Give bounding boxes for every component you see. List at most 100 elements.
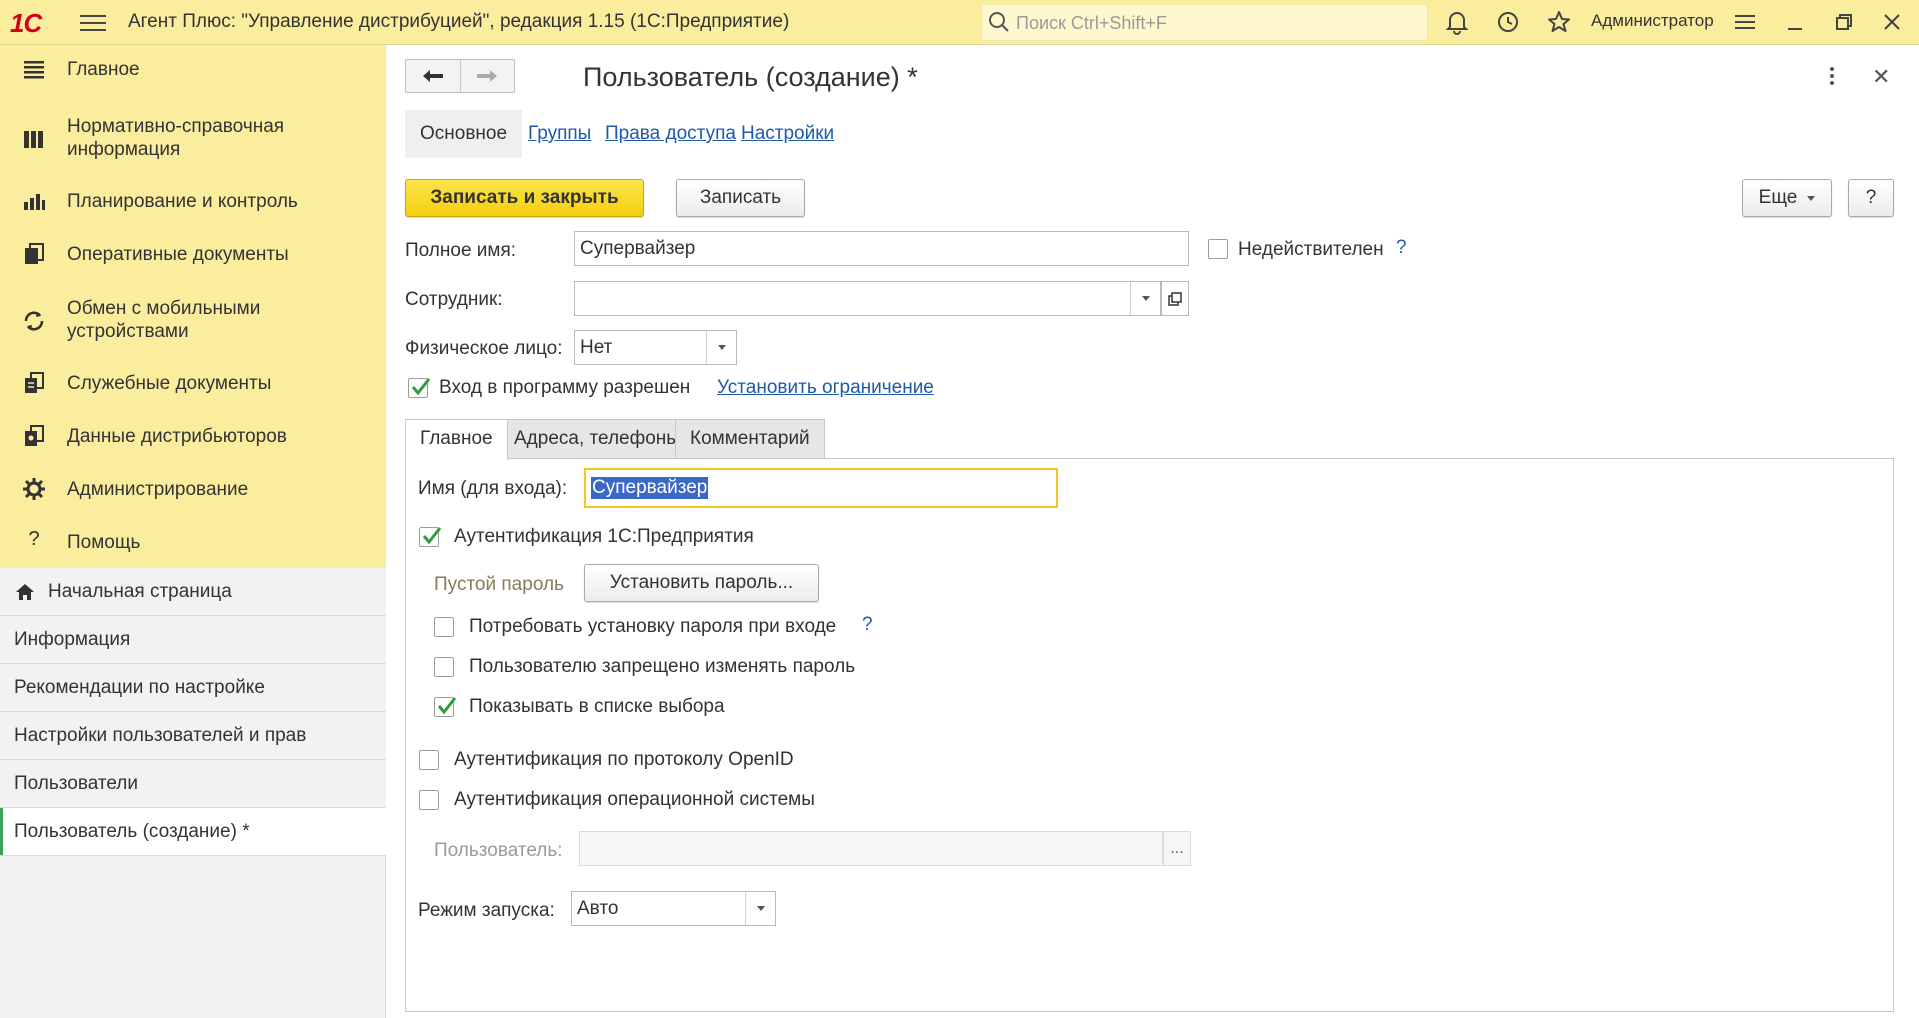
app-logo: 1С (10, 8, 42, 38)
person-dropdown[interactable] (706, 331, 736, 364)
documents-icon (25, 243, 44, 264)
auth-1c-checkbox[interactable] (419, 527, 442, 547)
full-name-field[interactable]: Супервайзер (574, 231, 1189, 266)
save-and-close-button[interactable]: Записать и закрыть (405, 179, 644, 217)
require-password-help-icon[interactable]: ? (862, 614, 873, 636)
back-button[interactable] (406, 60, 460, 92)
open-window-label: Начальная страница (48, 581, 232, 602)
close-form-icon[interactable]: ✕ (1872, 64, 1890, 90)
set-restriction-link[interactable]: Установить ограничение (717, 377, 934, 399)
tab-access-rights[interactable]: Права доступа (605, 110, 736, 158)
bell-icon[interactable] (1444, 9, 1470, 35)
employee-field[interactable] (574, 281, 1161, 316)
checkmark-icon (411, 378, 431, 396)
service-docs-icon (25, 372, 44, 393)
open-window-recommendations[interactable]: Рекомендации по настройке (0, 664, 386, 712)
inner-tab-main[interactable]: Главное (405, 419, 508, 460)
search-placeholder: Поиск Ctrl+Shift+F (1016, 13, 1167, 33)
close-app-icon[interactable] (1879, 9, 1905, 35)
login-name-label: Имя (для входа): (418, 478, 568, 499)
more-actions-icon[interactable] (1828, 65, 1836, 87)
app-title: Агент Плюс: "Управление дистрибуцией", р… (128, 11, 790, 32)
os-auth-checkbox[interactable] (419, 790, 439, 810)
tab-settings[interactable]: Настройки (741, 110, 834, 158)
section-label: Данные дистрибьюторов (67, 426, 287, 447)
login-name-value: Супервайзер (591, 477, 709, 499)
tab-groups[interactable]: Группы (528, 110, 591, 158)
current-user[interactable]: Администратор (1591, 11, 1714, 31)
section-mobile-exchange[interactable]: Обмен с мобильными устройствами (0, 295, 386, 347)
section-label: Планирование и контроль (67, 191, 298, 212)
save-button[interactable]: Записать (676, 179, 805, 217)
openid-auth-checkbox[interactable] (419, 750, 439, 770)
open-window-user-settings[interactable]: Настройки пользователей и прав (0, 712, 386, 760)
os-user-select-button[interactable]: ... (1163, 831, 1191, 866)
login-allowed-checkbox[interactable] (408, 378, 431, 398)
settings-menu-icon[interactable] (1732, 9, 1758, 35)
tab-main[interactable]: Основное (405, 110, 523, 158)
more-button[interactable]: Еще (1742, 179, 1832, 217)
launch-mode-dropdown[interactable] (745, 892, 775, 925)
help-button[interactable]: ? (1848, 179, 1894, 217)
restore-icon[interactable] (1831, 9, 1857, 35)
arrow-right-icon (477, 70, 498, 82)
section-label: Обмен с мобильными устройствами (67, 298, 261, 342)
forbid-change-password-label: Пользователю запрещено изменять пароль (469, 656, 856, 677)
invalid-checkbox[interactable] (1208, 239, 1228, 259)
section-administration[interactable]: Администрирование (0, 469, 386, 509)
section-help[interactable]: ? Помощь (0, 522, 386, 562)
employee-open-button[interactable] (1161, 281, 1189, 316)
inner-tab-comment[interactable]: Комментарий (675, 419, 825, 459)
section-operational-docs[interactable]: Оперативные документы (0, 234, 386, 274)
show-in-list-checkbox[interactable] (434, 697, 457, 717)
person-value: Нет (580, 337, 613, 358)
checkmark-icon (437, 697, 457, 715)
open-window-icon (1168, 291, 1182, 306)
person-select[interactable]: Нет (574, 330, 737, 365)
show-in-list-label: Показывать в списке выбора (469, 696, 725, 717)
section-reference[interactable]: Нормативно-справочная информация (0, 113, 386, 165)
home-icon (16, 584, 34, 600)
chevron-down-icon (756, 906, 765, 911)
launch-mode-select[interactable]: Авто (571, 891, 776, 926)
require-password-checkbox[interactable] (434, 617, 454, 637)
minimize-icon[interactable] (1782, 9, 1808, 35)
sidebar: Главное Нормативно-справочная информация… (0, 45, 386, 1018)
inner-tab-addresses[interactable]: Адреса, телефоны (499, 419, 695, 459)
section-distributor-data[interactable]: Данные дистрибьюторов (0, 416, 386, 456)
menu-lines-icon (24, 61, 44, 79)
os-user-field[interactable] (579, 831, 1163, 866)
section-label: Главное (67, 59, 140, 80)
open-window-label: Рекомендации по настройке (14, 677, 265, 698)
section-label: Служебные документы (67, 373, 272, 394)
open-window-user-create[interactable]: Пользователь (создание) * (0, 808, 386, 856)
require-password-label: Потребовать установку пароля при входе (469, 616, 837, 637)
main-menu-icon[interactable] (80, 10, 106, 34)
open-window-users[interactable]: Пользователи (0, 760, 386, 808)
section-main[interactable]: Главное (0, 49, 386, 89)
full-name-value: Супервайзер (580, 238, 696, 259)
catalog-icon (24, 131, 43, 148)
section-planning[interactable]: Планирование и контроль (0, 181, 386, 221)
set-password-button[interactable]: Установить пароль... (584, 564, 819, 602)
form-title: Пользователь (создание) * (583, 62, 918, 92)
section-service-docs[interactable]: Служебные документы (0, 363, 386, 403)
open-window-label: Пользователи (14, 773, 139, 794)
employee-dropdown[interactable] (1130, 282, 1160, 315)
open-window-info[interactable]: Информация (0, 616, 386, 664)
launch-mode-label: Режим запуска: (418, 900, 555, 921)
top-bar: 1С Агент Плюс: "Управление дистрибуцией"… (0, 0, 1919, 45)
open-window-label: Настройки пользователей и прав (14, 725, 307, 746)
open-window-home[interactable]: Начальная страница (0, 568, 386, 616)
invalid-help-icon[interactable]: ? (1396, 237, 1407, 259)
star-icon[interactable] (1546, 9, 1572, 35)
section-label: Нормативно-справочная информация (67, 116, 285, 160)
employee-label: Сотрудник: (405, 289, 503, 310)
search-input[interactable]: Поиск Ctrl+Shift+F (981, 4, 1428, 41)
section-label: Помощь (67, 532, 141, 553)
forbid-change-password-checkbox[interactable] (434, 657, 454, 677)
forward-button[interactable] (459, 60, 515, 92)
history-icon[interactable] (1495, 9, 1521, 35)
login-name-field[interactable]: Супервайзер (584, 468, 1058, 508)
gear-icon (23, 478, 45, 500)
